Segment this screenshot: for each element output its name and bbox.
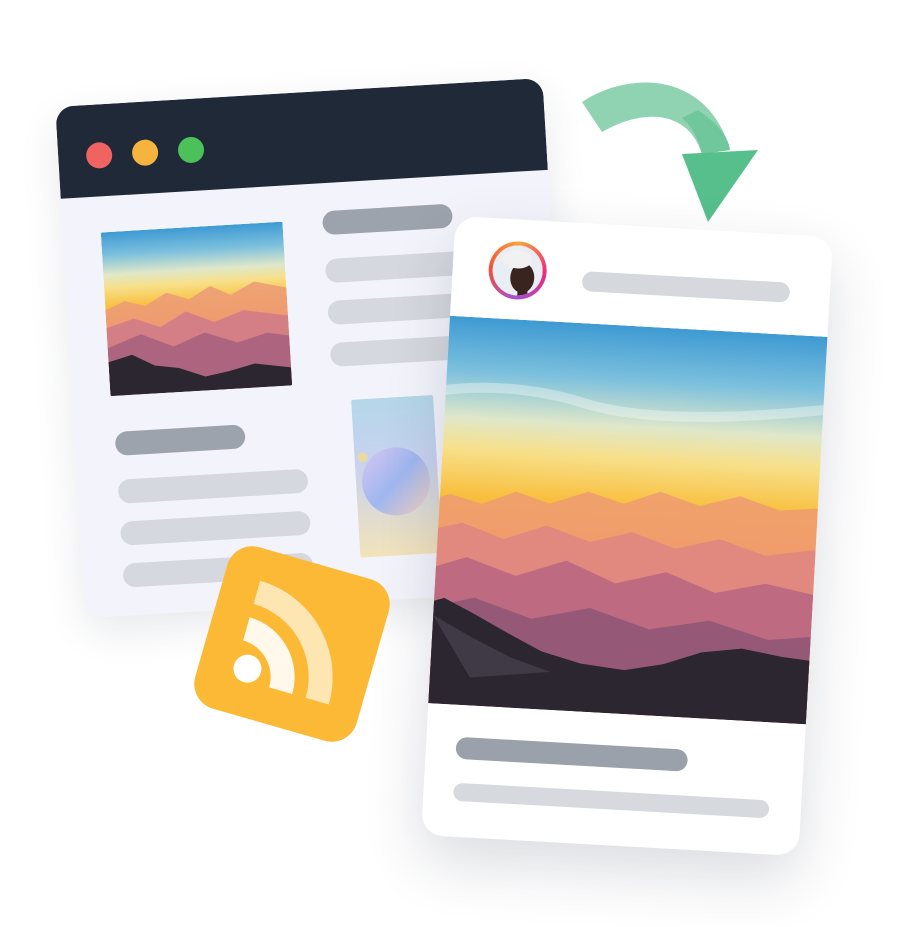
username-bar bbox=[581, 271, 791, 303]
caption-text-line bbox=[452, 782, 770, 819]
text-line bbox=[117, 468, 309, 504]
minimize-dot bbox=[131, 138, 159, 167]
curved-arrow-icon bbox=[582, 82, 758, 222]
text-line bbox=[119, 510, 312, 546]
gradient-orb-thumbnail bbox=[351, 395, 443, 558]
profile-avatar-image bbox=[491, 244, 545, 297]
illustration-scene bbox=[0, 0, 900, 927]
browser-titlebar bbox=[55, 77, 548, 199]
headline-bar bbox=[114, 424, 246, 456]
post-mountain-image bbox=[420, 314, 834, 726]
caption-headline-bar bbox=[455, 736, 689, 772]
social-post-card bbox=[420, 215, 834, 857]
maximize-dot bbox=[177, 136, 205, 164]
headline-bar bbox=[321, 203, 454, 236]
mountain-sunset-thumbnail bbox=[100, 221, 293, 397]
close-dot bbox=[85, 141, 113, 170]
profile-avatar-ring bbox=[487, 239, 549, 302]
